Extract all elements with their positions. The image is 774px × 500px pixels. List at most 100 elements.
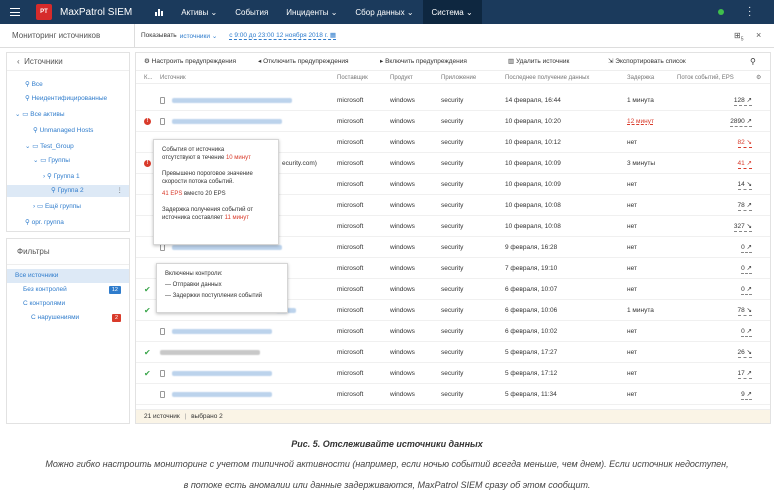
check-icon: ✔ <box>144 306 151 315</box>
nav-events[interactable]: События <box>226 0 277 24</box>
table-row[interactable]: ✔ microsoft windows security 5 февраля, 17:… <box>136 363 770 384</box>
col-k[interactable]: К... <box>144 72 153 84</box>
show-select[interactable]: источники ⌄ <box>180 32 218 40</box>
tree-item-unidentified[interactable]: ⚲ Неидентифицированные <box>25 93 107 105</box>
dashboard-icon[interactable] <box>146 0 172 24</box>
disable-alerts-button[interactable]: ◂ Отключить предупреждения <box>258 53 349 71</box>
more-vert-icon[interactable]: · · · <box>748 3 752 21</box>
col-source[interactable]: Источник <box>160 72 186 84</box>
search-icon: ⚲ <box>25 95 30 102</box>
search-icon: ⚲ <box>46 173 52 180</box>
app-window: PT MaxPatrol SIEM Активы ⌄ События Инцид… <box>0 0 774 428</box>
tree-item-unmanaged-hosts[interactable]: ⚲ Unmanaged Hosts <box>33 125 93 137</box>
col-delay[interactable]: Задержка <box>627 72 654 84</box>
filter-with-controls[interactable]: С контролями <box>7 297 129 311</box>
delete-source-button[interactable]: ▥ Удалить источник <box>508 53 569 71</box>
alert-icon[interactable]: ! <box>144 160 151 167</box>
export-list-button[interactable]: ⇲ Экспортировать список <box>608 53 686 71</box>
table-row[interactable]: ! microsoft windows security 10 февраля, 10… <box>136 111 770 132</box>
tree-item-group-1[interactable]: › ⚲ Группа 1 <box>43 171 80 183</box>
col-last-received[interactable]: Последнее получение данных <box>505 72 589 84</box>
tree-item-all[interactable]: ⚲ Все <box>25 79 43 91</box>
close-icon[interactable]: × <box>756 30 761 40</box>
tree-header: ‹ Источники <box>7 53 129 71</box>
check-icon: ✔ <box>144 348 151 357</box>
sources-count-icon[interactable]: ⊞5 <box>734 31 743 43</box>
filter-without-controls[interactable]: Без контролей 12 <box>7 283 129 297</box>
host-icon <box>160 244 165 251</box>
trash-icon: ▥ <box>508 58 515 65</box>
filters-panel: Фильтры Все источники Без контролей 12 С … <box>6 238 130 424</box>
eps-value[interactable]: 14 ↘ <box>737 179 752 190</box>
tree-item-group-2[interactable]: ⚲ Группа 2 ⋮ <box>7 185 129 197</box>
hamburger-menu-icon[interactable] <box>10 8 20 16</box>
tree-item-more-groups[interactable]: › ▭ Ещё группы <box>33 201 81 213</box>
selected-count: выбрано 2 <box>191 413 223 420</box>
chevron-down-icon: ⌄ <box>330 7 338 17</box>
col-product[interactable]: Продукт <box>390 72 413 84</box>
eps-value[interactable]: 0 ↗ <box>741 284 752 295</box>
host-icon <box>160 118 165 125</box>
chevron-down-icon: ⌄ <box>210 7 218 17</box>
eps-value[interactable]: 9 ↗ <box>741 389 752 400</box>
host-icon <box>160 97 165 104</box>
eps-value[interactable]: 2890 ↗ <box>730 116 752 127</box>
eps-value[interactable]: 26 ↘ <box>737 347 752 358</box>
enable-alerts-button[interactable]: ▸ Включить предупреждения <box>380 53 467 71</box>
configure-alerts-button[interactable]: ⚙ Настроить предупреждения <box>144 53 236 71</box>
col-event-flow[interactable]: Поток событий, EPS <box>677 72 734 84</box>
nav-assets[interactable]: Активы ⌄ <box>172 0 226 24</box>
tree-item-test-group[interactable]: ⌄ ▭ Test_Group <box>25 141 74 153</box>
gear-icon: ⚙ <box>144 58 150 65</box>
nav-system[interactable]: Система ⌄ <box>422 0 482 24</box>
gear-icon[interactable]: ⚙ <box>756 72 761 84</box>
filter-all-sources[interactable]: Все источники <box>7 269 129 283</box>
eps-value[interactable]: 128 ↗ <box>733 95 752 106</box>
nav-data-collection[interactable]: Сбор данных ⌄ <box>346 0 422 24</box>
eps-value[interactable]: 327 ↘ <box>733 221 752 232</box>
table-row[interactable]: microsoft windows security 5 февраля, 11:34… <box>136 384 770 405</box>
more-vert-icon[interactable]: ⋮ <box>117 185 124 197</box>
folder-icon: ▭ <box>32 143 39 150</box>
source-count: 21 источник <box>144 413 180 420</box>
status-indicator <box>718 9 724 15</box>
controls-tooltip: Включены контроли: — Отправки данных — З… <box>156 263 288 313</box>
alert-icon[interactable]: ! <box>144 118 151 125</box>
col-vendor[interactable]: Поставщик <box>337 72 368 84</box>
eps-value[interactable]: 0 ↗ <box>741 326 752 337</box>
eps-value[interactable]: 78 ↘ <box>737 305 752 316</box>
nav-incidents[interactable]: Инциденты ⌄ <box>277 0 346 24</box>
folder-icon: ▭ <box>22 111 29 118</box>
host-icon <box>160 391 165 398</box>
date-range-picker[interactable]: с 9:00 до 23:00 12 ноября 2018 г. ▦ <box>229 31 337 40</box>
host-icon <box>160 370 165 377</box>
chevron-down-icon: ⌄ <box>15 111 21 118</box>
count-badge: 2 <box>111 314 121 322</box>
table-row[interactable]: ✔ microsoft windows security 5 февраля, 17:… <box>136 342 770 363</box>
tree-item-groups[interactable]: ⌄ ▭ Группы <box>33 155 70 167</box>
sub-header: Мониторинг источников Показывать источни… <box>0 23 774 48</box>
col-application[interactable]: Приложение <box>441 72 476 84</box>
eps-value[interactable]: 0 ↗ <box>741 242 752 253</box>
search-icon[interactable]: ⚲ <box>750 53 756 71</box>
table-header: К... Источник Поставщик Продукт Приложен… <box>136 72 770 84</box>
table-row[interactable]: microsoft windows security 14 февраля, 16:4… <box>136 90 770 111</box>
chevron-right-icon: › <box>33 203 36 210</box>
eps-value[interactable]: 82 ↘ <box>737 137 752 148</box>
back-icon[interactable]: ‹ <box>17 57 20 66</box>
filter-with-violations[interactable]: С нарушениями 2 <box>7 311 129 325</box>
eps-value[interactable]: 78 ↗ <box>737 200 752 211</box>
redacted-source <box>172 392 272 397</box>
app-name: MaxPatrol SIEM <box>60 6 133 18</box>
search-icon: ⚲ <box>25 219 30 226</box>
chevron-right-icon: › <box>43 173 46 180</box>
tree-item-org-group[interactable]: ⚲ орг. группа <box>25 217 64 229</box>
eps-value[interactable]: 41 ↗ <box>737 158 752 169</box>
chevron-down-icon: ⌄ <box>33 157 39 164</box>
table-row[interactable]: microsoft windows security 6 февраля, 10:02… <box>136 321 770 342</box>
tree-item-all-assets[interactable]: ⌄ ▭ Все активы <box>15 109 65 121</box>
chevron-down-icon: ⌄ <box>465 7 473 17</box>
check-icon: ✔ <box>144 369 151 378</box>
eps-value[interactable]: 0 ↗ <box>741 263 752 274</box>
eps-value[interactable]: 17 ↗ <box>737 368 752 379</box>
